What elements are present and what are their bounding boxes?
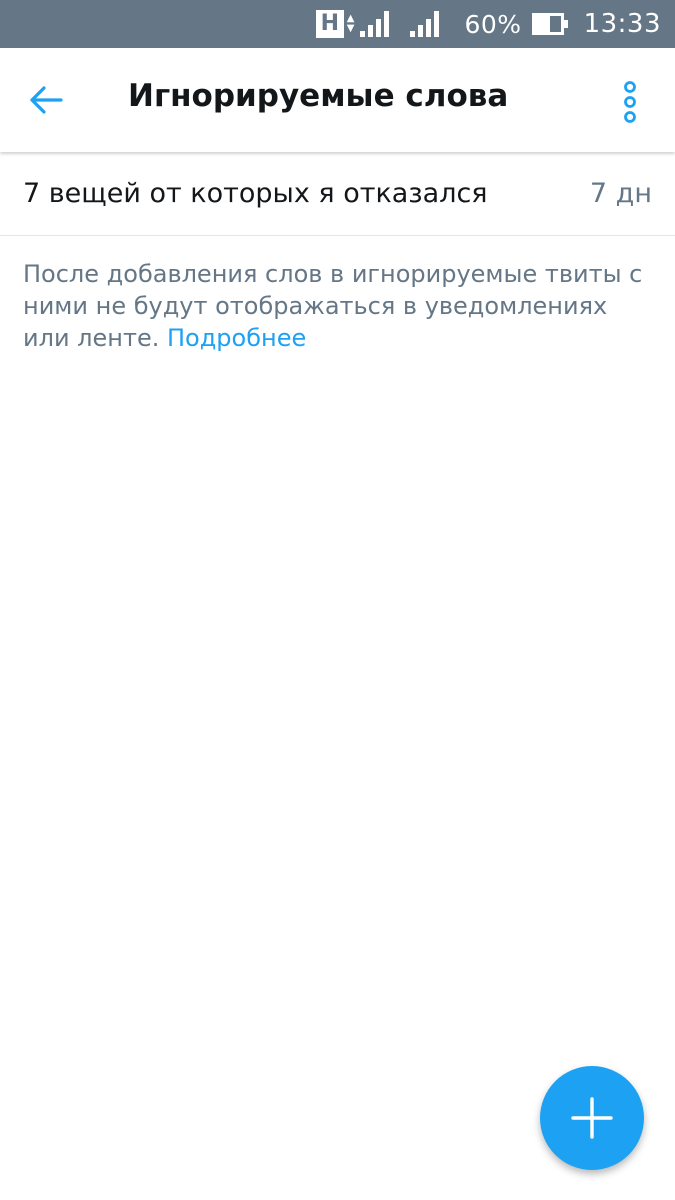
screen: H ▲ ▼ 60% 13:33 Игнорируемые слова 7 вещ… [0,0,675,1200]
info-description: После добавления слов в игнорируемые тви… [23,260,643,352]
info-text: После добавления слов в игнорируемые тви… [23,258,643,354]
network-type-icon: H [315,10,344,38]
signal-icon-sim2 [410,11,442,37]
muted-word: 7 вещей от которых я отказался [23,178,488,209]
more-options-button[interactable] [602,74,658,130]
learn-more-link[interactable]: Подробнее [167,324,306,352]
muted-word-item[interactable]: 7 вещей от которых я отказался 7 дн [0,152,675,236]
add-muted-word-button[interactable] [540,1066,644,1170]
status-bar: H ▲ ▼ 60% 13:33 [0,0,675,48]
clock: 13:33 [583,9,661,39]
battery-icon [531,13,568,35]
plus-icon [571,1097,613,1139]
data-activity-icon: ▲ ▼ [346,13,355,34]
page-title: Игнорируемые слова [128,78,509,114]
app-bar: Игнорируемые слова [0,48,675,152]
back-button[interactable] [18,72,74,128]
mute-duration: 7 дн [589,178,652,209]
arrow-left-icon [30,86,63,114]
more-vertical-icon [624,81,636,123]
signal-icon-sim1 [360,11,392,37]
battery-fill [534,16,551,32]
battery-percent: 60% [464,9,522,39]
